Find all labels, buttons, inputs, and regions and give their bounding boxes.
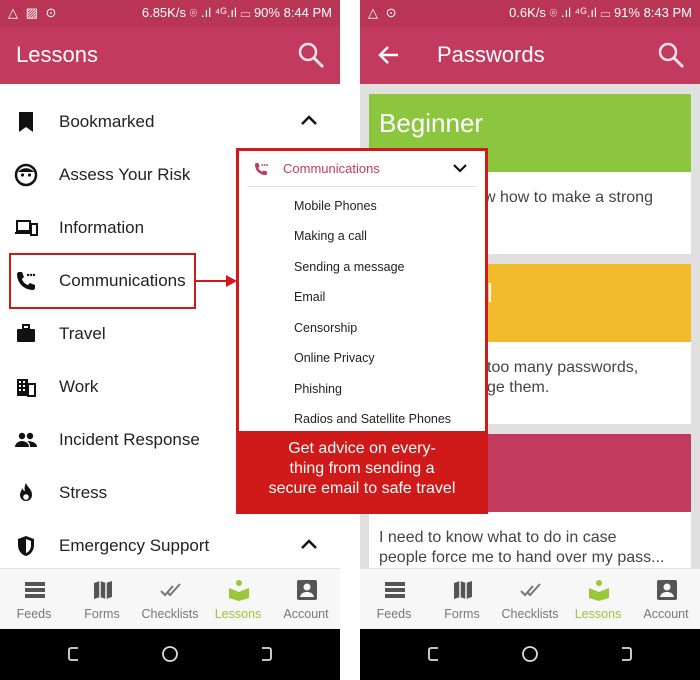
nav-label: Account [283, 607, 329, 621]
building-icon [17, 379, 36, 397]
phone-icon [255, 163, 268, 175]
nav-label: Forms [84, 607, 120, 621]
status-bar: △ ⊙ 0.6K/s ⌾ .ıl ⁴ᴳ.ıl ▭ 91% 8:43 PM [360, 0, 700, 26]
menu-item-emergency-support[interactable]: Emergency Support [0, 520, 340, 573]
connector-line [196, 280, 230, 282]
checks-icon [520, 583, 541, 597]
devices-icon [15, 220, 38, 236]
page-title: Passwords [437, 42, 545, 67]
map-icon [94, 581, 112, 599]
bottom-nav: Feeds Forms Checklists Lessons Account [0, 568, 340, 629]
nav-label: Checklists [141, 607, 199, 621]
briefcase-icon [17, 324, 35, 342]
back-nav-icon[interactable] [256, 645, 274, 663]
menu-item-label: Incident Response [59, 430, 200, 449]
banner-line: thing from sending a [289, 460, 435, 477]
banner-line: Get advice on every- [288, 440, 436, 457]
nav-label: Forms [444, 607, 480, 621]
highlight-box [9, 253, 196, 309]
promo-banner: Get advice on every- thing from sending … [239, 431, 485, 511]
status-icons: △ ▨ ⊙ [8, 5, 59, 20]
map-icon [454, 581, 472, 599]
nav-label: Lessons [574, 607, 622, 621]
feeds-icon [25, 582, 45, 598]
submenu-item[interactable]: Making a call [294, 229, 367, 243]
menu-item-label: Assess Your Risk [59, 165, 191, 184]
communications-callout: Communications Mobile Phones Making a ca… [236, 148, 488, 514]
submenu-item[interactable]: Online Privacy [294, 351, 375, 365]
flame-icon [20, 483, 32, 501]
home-icon[interactable] [161, 645, 179, 663]
nav-feeds[interactable]: Feeds [0, 569, 68, 630]
menu-item-label: Travel [59, 324, 106, 343]
nav-account[interactable]: Account [632, 569, 700, 630]
app-bar: Passwords [360, 26, 700, 84]
chevron-down-icon[interactable] [453, 163, 467, 173]
lessons-icon [589, 580, 609, 601]
card-description-line: too many passwords, [487, 359, 639, 376]
card-description-line: people force me to hand over my pass... [379, 549, 665, 566]
bottom-nav: Feeds Forms Checklists Lessons Account [360, 568, 700, 629]
nav-label: Account [643, 607, 689, 621]
search-icon[interactable] [656, 40, 686, 70]
menu-item-label: Stress [59, 483, 108, 502]
back-arrow-icon[interactable] [372, 38, 406, 72]
status-info: 0.6K/s ⌾ .ıl ⁴ᴳ.ıl ▭ 91% 8:43 PM [509, 5, 692, 20]
nav-label: Feeds [376, 607, 412, 621]
system-nav-bar [360, 629, 700, 680]
submenu-title: Communications [283, 161, 380, 176]
menu-item-label: Work [59, 377, 99, 396]
submenu-item[interactable]: Email [294, 290, 325, 304]
card-description-line: ge them. [487, 379, 550, 396]
checks-icon [160, 583, 181, 597]
lessons-icon [229, 580, 249, 601]
card-title: Beginner [379, 108, 484, 138]
submenu-item[interactable]: Mobile Phones [294, 199, 377, 213]
submenu-item[interactable]: Sending a message [294, 260, 405, 274]
status-bar: △ ▨ ⊙ 6.85K/s ⌾ .ıl ⁴ᴳ.ıl ▭ 90% 8:44 PM [0, 0, 340, 26]
account-icon [297, 580, 317, 600]
system-nav-bar [0, 629, 340, 680]
nav-label: Checklists [501, 607, 559, 621]
menu-item-label: Emergency Support [59, 536, 210, 555]
submenu-item[interactable]: Radios and Satellite Phones [294, 412, 451, 426]
shield-icon [18, 536, 34, 556]
home-icon[interactable] [521, 645, 539, 663]
chevron-up-icon[interactable] [300, 538, 318, 550]
submenu-item[interactable]: Phishing [294, 382, 342, 396]
nav-account[interactable]: Account [272, 569, 340, 630]
recents-icon[interactable] [426, 645, 444, 663]
nav-lessons[interactable]: Lessons [204, 569, 272, 630]
nav-lessons[interactable]: Lessons [564, 569, 632, 630]
menu-item-bookmarked[interactable]: Bookmarked [0, 96, 340, 149]
nav-label: Feeds [16, 607, 52, 621]
nav-forms[interactable]: Forms [428, 569, 496, 630]
app-bar: Lessons [0, 26, 340, 84]
submenu-item[interactable]: Censorship [294, 321, 357, 335]
face-icon [14, 163, 38, 187]
chevron-up-icon[interactable] [300, 114, 318, 126]
account-icon [657, 580, 677, 600]
nav-forms[interactable]: Forms [68, 569, 136, 630]
card-description-line: I need to know what to do in case [379, 529, 617, 546]
search-icon[interactable] [296, 40, 326, 70]
card-description: w how to make a strong [484, 189, 653, 206]
submenu-header[interactable]: Communications [239, 151, 485, 185]
recents-icon[interactable] [66, 645, 84, 663]
menu-item-label: Information [59, 218, 145, 237]
back-nav-icon[interactable] [616, 645, 634, 663]
nav-checklists[interactable]: Checklists [136, 569, 204, 630]
status-info: 6.85K/s ⌾ .ıl ⁴ᴳ.ıl ▭ 90% 8:44 PM [141, 5, 332, 20]
menu-item-label: Bookmarked [59, 112, 155, 131]
nav-checklists[interactable]: Checklists [496, 569, 564, 630]
page-title: Lessons [16, 42, 98, 67]
status-icons: △ ⊙ [368, 5, 399, 20]
nav-label: Lessons [214, 607, 262, 621]
divider [247, 186, 477, 187]
nav-feeds[interactable]: Feeds [360, 569, 428, 630]
bookmark-icon [19, 112, 33, 132]
people-icon [15, 432, 37, 447]
feeds-icon [385, 582, 405, 598]
banner-line: secure email to safe travel [268, 480, 456, 497]
